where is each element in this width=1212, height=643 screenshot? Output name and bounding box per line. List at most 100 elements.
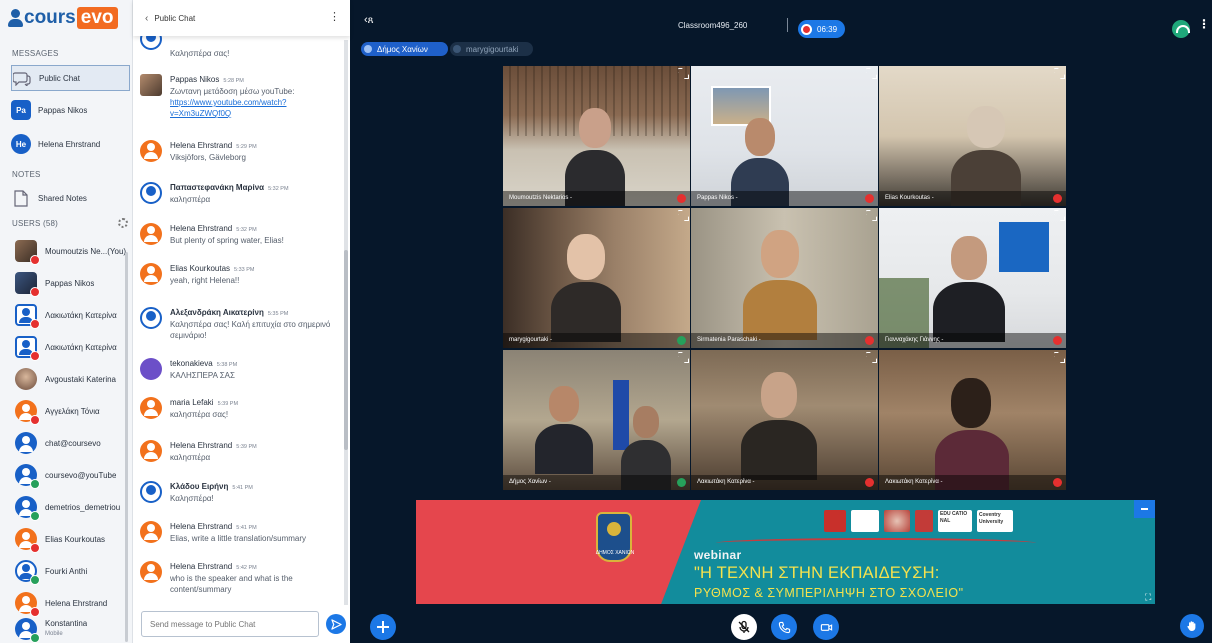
mic-muted-icon <box>30 351 40 361</box>
toggle-users-list-icon[interactable]: ‹ጸ <box>364 14 374 26</box>
back-chevron-icon[interactable]: ‹ <box>145 13 148 24</box>
expand-icon[interactable] <box>678 352 687 361</box>
video-tile[interactable]: Elias Kourkoutas - <box>879 66 1066 206</box>
youtube-link[interactable]: https://www.youtube.com/watch?v=Xm3uZWQf… <box>170 98 287 118</box>
more-options-icon[interactable]: ⋮ <box>1198 18 1210 30</box>
message-author: Helena Ehrstrand 5:41 PM <box>170 522 257 531</box>
video-tile[interactable]: Δήμος Χανίων - <box>503 350 690 490</box>
expand-icon[interactable] <box>1054 352 1063 361</box>
video-tile[interactable]: Λακιωτάκη Κατερίνα - <box>879 350 1066 490</box>
message-time: 5:32 PM <box>268 186 289 192</box>
expand-icon[interactable] <box>678 210 687 219</box>
user-name: Αγγελάκη Τόνια <box>45 406 100 416</box>
avatar <box>140 182 162 204</box>
message-time: 5:41 PM <box>236 525 257 531</box>
avatar <box>140 263 162 285</box>
expand-icon[interactable] <box>866 210 875 219</box>
message-author: Pappas Nikos 5:28 PM <box>170 75 244 84</box>
mic-on-icon <box>30 575 40 585</box>
mic-on-icon <box>30 633 40 643</box>
actions-plus-button[interactable] <box>370 614 396 640</box>
video-tile[interactable]: Moumoutzis Nektarios - <box>503 66 690 206</box>
connection-status-icon[interactable] <box>1172 20 1190 38</box>
message-text: But plenty of spring water, Elias! <box>170 236 284 245</box>
message-author: Helena Ehrstrand 5:29 PM <box>170 141 257 150</box>
video-tile[interactable]: Γιανναχάκης Γιάννης - <box>879 208 1066 348</box>
avatar <box>140 358 162 380</box>
user-list-item[interactable]: Λακιωτάκη Κατερίνα <box>15 300 127 330</box>
mic-muted-icon <box>1053 336 1062 345</box>
user-list-item[interactable]: Λακιωτάκη Κατερίνα <box>15 332 127 362</box>
more-options-icon[interactable]: ⋮ <box>329 12 340 23</box>
user-name: Moumoutzis Ne...(You) <box>45 246 127 256</box>
video-camera-icon <box>820 623 832 631</box>
message-time: 5:35 PM <box>267 311 289 317</box>
user-name: chat@coursevo <box>45 438 101 448</box>
sidebar-scrollbar[interactable] <box>125 252 128 642</box>
user-list-item[interactable]: Fourki Anthi <box>15 556 127 586</box>
chat-message-input[interactable] <box>141 611 319 637</box>
expand-icon[interactable] <box>1054 210 1063 219</box>
mic-muted-icon <box>30 319 40 329</box>
message-text: καλησπέρα <box>170 453 211 462</box>
user-list-item[interactable]: coursevo@youTube <box>15 460 127 490</box>
minimize-presentation-button[interactable] <box>1134 500 1155 518</box>
video-tile[interactable]: marygigourtaki - <box>503 208 690 348</box>
sidebar-item-shared-notes[interactable]: Shared Notes <box>11 185 130 211</box>
send-button[interactable] <box>326 614 346 634</box>
hand-icon <box>1187 621 1196 631</box>
avatar <box>140 223 162 245</box>
expand-icon[interactable] <box>866 68 875 77</box>
user-name: Avgoustaki Katerina <box>45 374 117 384</box>
participant-name: Elias Kourkoutas - <box>879 191 1066 206</box>
gear-icon[interactable] <box>118 218 128 228</box>
banner-subtitle: webinar <box>694 548 742 562</box>
recording-indicator[interactable]: 06:39 <box>798 20 845 38</box>
expand-icon[interactable] <box>1054 68 1063 77</box>
left-sidebar: cours evo MESSAGES Public Chat Pa Pappas … <box>0 0 133 643</box>
avatar <box>15 496 40 521</box>
message-time: 5:28 PM <box>223 78 244 84</box>
partner-logo <box>824 510 846 532</box>
user-list-item[interactable]: Konstantina Mobile <box>15 617 127 643</box>
mic-muted-icon <box>1053 478 1062 487</box>
sidebar-item-dm-pappas[interactable]: Pa Pappas Nikos <box>11 97 130 123</box>
expand-icon[interactable] <box>678 68 687 77</box>
message-text: who is the speaker and what is the conte… <box>170 574 293 594</box>
fullscreen-icon[interactable]: ⛶ <box>1145 592 1155 602</box>
avatar <box>15 432 37 454</box>
expand-icon[interactable] <box>866 352 875 361</box>
mute-microphone-button[interactable] <box>731 614 757 640</box>
sidebar-item-public-chat[interactable]: Public Chat <box>11 65 130 91</box>
leave-audio-button[interactable] <box>771 614 797 640</box>
video-tile[interactable]: Λακιωτάκη Κατερίνα - <box>691 350 878 490</box>
video-tile[interactable]: Pappas Nikos - <box>691 66 878 206</box>
sidebar-item-dm-helena[interactable]: He Helena Ehrstrand <box>11 131 130 157</box>
chat-bubble-icon <box>12 68 32 88</box>
user-list-item[interactable]: Moumoutzis Ne...(You) <box>15 236 127 266</box>
message-author: Elias Kourkoutas 5:33 PM <box>170 264 255 273</box>
avatar <box>140 74 162 96</box>
talking-indicator: Δήμος Χανίων <box>361 42 448 56</box>
share-webcam-button[interactable] <box>813 614 839 640</box>
crest-text: ΔΗΜΟΣ ΧΑΝΙΩΝ <box>595 550 635 556</box>
user-list-item[interactable]: Αγγελάκη Τόνια <box>15 396 127 426</box>
video-tile[interactable]: Sirmatenia Paraschaki - <box>691 208 878 348</box>
user-list-item[interactable]: Avgoustaki Katerina <box>15 364 127 394</box>
user-list-item[interactable]: Helena Ehrstrand <box>15 588 127 618</box>
avatar <box>140 561 162 583</box>
user-list-item[interactable]: Elias Kourkoutas <box>15 524 127 554</box>
user-list-item[interactable]: Pappas Nikos <box>15 268 127 298</box>
chat-scrollbar[interactable] <box>344 40 348 605</box>
user-list-item[interactable]: demetrios_demetriou <box>15 492 127 522</box>
avatar <box>15 560 40 585</box>
banner-title-line1: "Η ΤΕΧΝΗ ΣΤΗΝ ΕΚΠΑΙΔΕΥΣΗ: <box>694 564 940 582</box>
partner-logo-educational: EDU CATIO NAL <box>938 510 972 532</box>
raise-hand-button[interactable] <box>1180 614 1204 638</box>
sidebar-item-label: Public Chat <box>39 73 80 83</box>
chat-panel: ‹ Public Chat ⋮ Καλησπέρα σας! Pappas Ni… <box>133 0 350 643</box>
participant-name: Λακιωτάκη Κατερίνα - <box>879 475 1066 490</box>
user-name: Λακιωτάκη Κατερίνα <box>45 310 117 320</box>
brand-logo[interactable]: cours evo <box>8 6 118 30</box>
user-list-item[interactable]: chat@coursevo <box>15 428 127 458</box>
